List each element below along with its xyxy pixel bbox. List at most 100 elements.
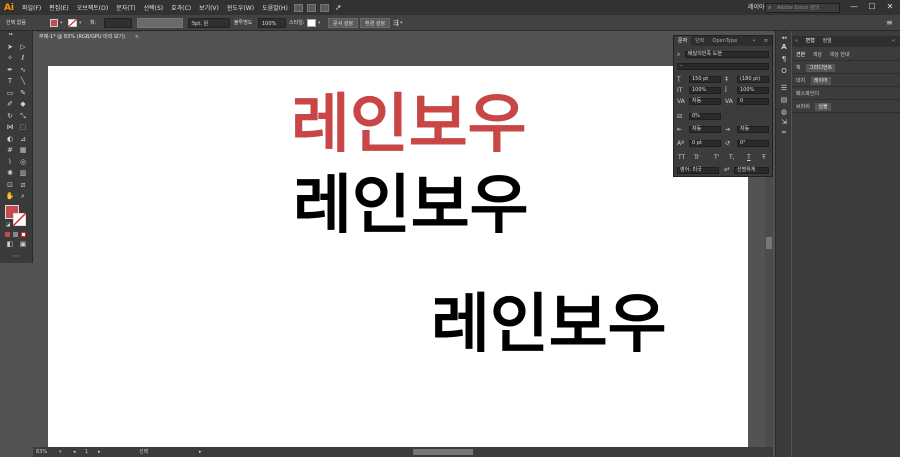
panel-row-artboards[interactable]: 대지 레이어: [792, 75, 900, 87]
panel-collapse-icon[interactable]: «: [749, 36, 760, 46]
tab-character[interactable]: 문자: [674, 36, 692, 46]
rectangle-icon[interactable]: ▭: [5, 89, 15, 98]
stroke-color-box[interactable]: [13, 213, 26, 226]
tab-symbols[interactable]: 심볼: [815, 103, 831, 111]
zoom-dropdown-icon[interactable]: ▾: [59, 447, 62, 457]
panel-row-swatches[interactable]: 견본 색상 색상 안내: [792, 49, 900, 61]
width-icon[interactable]: ⋈: [5, 123, 15, 132]
none-mode-icon[interactable]: [21, 232, 26, 237]
selection-icon[interactable]: ➤: [5, 43, 15, 52]
style-dropdown-icon[interactable]: ▾: [318, 18, 321, 28]
eyedropper-icon[interactable]: ⌇: [5, 158, 15, 167]
layout-grid-icon[interactable]: [319, 3, 329, 12]
stroke-swatch[interactable]: [68, 19, 77, 27]
baseline-shift-field[interactable]: 0 pt: [689, 140, 721, 147]
gradient-icon[interactable]: ▦: [18, 146, 28, 155]
tab-brushes[interactable]: 브러쉬: [796, 104, 810, 110]
artboard[interactable]: 레인보우 레인보우 레인보우: [48, 66, 748, 448]
zoom-icon[interactable]: ⌕: [18, 192, 28, 201]
artboard-text-black-2[interactable]: 레인보우: [431, 293, 667, 357]
tab-stroke[interactable]: 획: [796, 65, 801, 71]
zoom-level[interactable]: 83%: [36, 447, 47, 457]
panel-row-stroke[interactable]: 획 그라디언트: [792, 62, 900, 74]
align-options-icon[interactable]: ⇶: [393, 18, 399, 28]
prev-artboard-icon[interactable]: ◂: [73, 447, 76, 457]
perspective-icon[interactable]: ⊿: [18, 135, 28, 144]
type-icon[interactable]: T: [5, 77, 15, 86]
paragraph-panel-icon[interactable]: ¶: [779, 54, 789, 64]
tab-paragraph[interactable]: 단락: [691, 36, 708, 46]
links-panel-icon[interactable]: ∞: [779, 127, 789, 137]
fill-dropdown-icon[interactable]: ▾: [60, 18, 63, 28]
opentype-panel-icon[interactable]: O: [779, 66, 789, 76]
font-family-field[interactable]: 배달의민족 도현: [685, 51, 769, 58]
gradient-mode-icon[interactable]: [13, 232, 18, 237]
control-bar-menu-icon[interactable]: ≡: [886, 18, 893, 28]
underline-button[interactable]: T: [747, 154, 751, 161]
tools-collapse-icon[interactable]: ▸▸: [1, 31, 21, 37]
menu-select[interactable]: 선택(S): [140, 3, 168, 12]
color-panel-icon[interactable]: ◍: [779, 107, 789, 117]
stock-search-input[interactable]: ⌕ Adobe Stock 검색: [765, 3, 840, 13]
tab-layers[interactable]: 레이어: [810, 77, 831, 85]
status-menu-icon[interactable]: ▸: [199, 447, 202, 457]
magic-wand-icon[interactable]: ✧: [5, 54, 15, 63]
maximize-button[interactable]: ☐: [866, 2, 878, 12]
symbol-sprayer-icon[interactable]: ✺: [5, 169, 15, 178]
properties-panel-icon[interactable]: ☰: [779, 83, 789, 93]
hand-icon[interactable]: ✋: [5, 192, 15, 201]
strikethrough-button[interactable]: Ŧ: [762, 154, 766, 161]
menu-type[interactable]: 문자(T): [112, 3, 139, 12]
character-panel-icon[interactable]: A: [779, 42, 789, 52]
horizontal-scale-field[interactable]: 100%: [737, 87, 769, 94]
menu-help[interactable]: 도움말(H): [258, 3, 292, 12]
rotate-icon[interactable]: ↻: [5, 112, 15, 121]
horizontal-scroll-thumb[interactable]: [413, 449, 473, 455]
curvature-icon[interactable]: ∿: [18, 66, 28, 75]
menu-edit[interactable]: 편집(E): [45, 3, 73, 12]
arrange-documents-icon[interactable]: [306, 3, 316, 12]
align-dropdown-icon[interactable]: ▾: [400, 18, 403, 28]
libraries-panel-icon[interactable]: ▤: [779, 95, 789, 105]
status-mode[interactable]: 선택: [139, 447, 148, 457]
aki-left-field[interactable]: 자동: [689, 126, 721, 133]
export-panel-icon[interactable]: ⇲: [779, 117, 789, 127]
brush-definition[interactable]: 5pt. 원: [188, 18, 230, 28]
tsume-field[interactable]: 0%: [689, 113, 721, 120]
subscript-button[interactable]: T,: [729, 154, 735, 161]
artboard-icon[interactable]: ⊡: [5, 181, 15, 190]
menu-window[interactable]: 윈도우(W): [223, 3, 258, 12]
language-field[interactable]: 영어: 미국: [677, 167, 719, 174]
close-window-button[interactable]: ✕: [884, 2, 896, 12]
vertical-scroll-thumb[interactable]: [766, 237, 772, 249]
graph-icon[interactable]: ▥: [18, 169, 28, 178]
leading-field[interactable]: (180 pt): [737, 76, 769, 83]
menu-view[interactable]: 보기(V): [195, 3, 223, 12]
menu-file[interactable]: 파일(F): [18, 3, 45, 12]
document-tab[interactable]: 무제-1* @ 83% (RGB/GPU 미리 보기) ×: [36, 31, 142, 42]
small-caps-button[interactable]: Tr: [694, 154, 699, 161]
right-panel-menu-icon[interactable]: «: [889, 36, 898, 47]
tab-gradient[interactable]: 그라디언트: [806, 64, 836, 72]
mesh-icon[interactable]: #: [5, 146, 15, 155]
tab-pathfinder[interactable]: 패스파인더: [796, 91, 819, 97]
lasso-icon[interactable]: ℓ: [18, 54, 28, 63]
variable-width-profile[interactable]: [137, 18, 183, 28]
document-setup-button[interactable]: 문서 설정: [328, 18, 358, 28]
graphic-style-swatch[interactable]: [307, 19, 316, 27]
close-icon[interactable]: ×: [135, 32, 139, 42]
stroke-weight-field[interactable]: [104, 18, 132, 28]
fill-swatch[interactable]: [50, 19, 58, 27]
preferences-button[interactable]: 환경 설정: [360, 18, 390, 28]
antialias-field[interactable]: 선명하게: [734, 167, 769, 174]
character-rotation-field[interactable]: 0°: [737, 140, 769, 147]
panel-group-collapse-icon[interactable]: «: [792, 38, 801, 44]
tab-color[interactable]: 색상: [813, 52, 822, 58]
tab-color-guide[interactable]: 색상 안내: [830, 52, 850, 58]
superscript-button[interactable]: T': [714, 154, 719, 161]
artboard-text-red[interactable]: 레인보우: [291, 93, 527, 157]
tracking-field[interactable]: 0: [737, 98, 769, 105]
shape-builder-icon[interactable]: ◐: [5, 135, 15, 144]
share-icon[interactable]: ➚: [335, 3, 342, 12]
vertical-scale-field[interactable]: 100%: [689, 87, 721, 94]
